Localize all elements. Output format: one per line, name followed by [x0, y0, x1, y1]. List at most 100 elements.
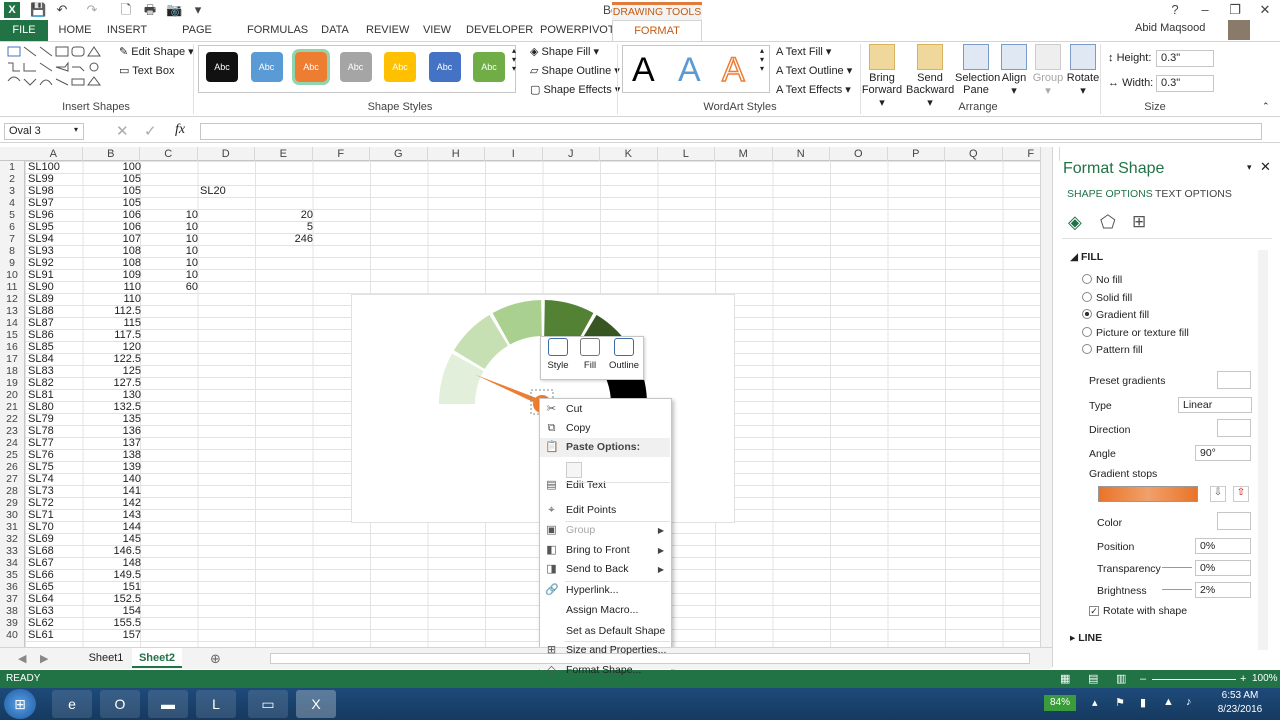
- cell-b[interactable]: 148: [85, 557, 141, 569]
- tab-page-layout[interactable]: PAGE LAYOUT: [163, 20, 231, 57]
- context-menu-item-edit-text[interactable]: ▤ Edit Text: [540, 476, 670, 495]
- cell-b[interactable]: 122.5: [85, 353, 141, 365]
- context-menu-item-send-to-back[interactable]: ◨ Send to Back ▶: [540, 560, 670, 579]
- text-fill-button[interactable]: A Text Fill ▾: [776, 45, 831, 58]
- file-explorer-icon[interactable]: ▭: [248, 690, 288, 718]
- cell-b[interactable]: 106: [85, 209, 141, 221]
- effects-pentagon-icon[interactable]: ⬠: [1100, 212, 1116, 233]
- cell-b[interactable]: 117.5: [85, 329, 141, 341]
- row-header[interactable]: 5: [0, 209, 24, 221]
- cell-a[interactable]: SL93: [28, 245, 54, 257]
- transparency-slider[interactable]: [1162, 567, 1192, 568]
- column-header[interactable]: A: [25, 147, 83, 161]
- row-header[interactable]: 40: [0, 629, 24, 641]
- gradient-stops-bar[interactable]: [1098, 486, 1198, 502]
- vertical-scrollbar[interactable]: [1040, 147, 1052, 647]
- tab-format[interactable]: FORMAT: [612, 20, 702, 41]
- cell-a[interactable]: SL66: [28, 569, 54, 581]
- cell-c[interactable]: 60: [142, 281, 198, 293]
- cell-a[interactable]: SL97: [28, 197, 54, 209]
- new-sheet-icon[interactable]: ⊕: [210, 651, 221, 667]
- cell-a[interactable]: SL69: [28, 533, 54, 545]
- row-header[interactable]: 11: [0, 281, 24, 293]
- context-menu-item-format-shape[interactable]: ◇ Format Shape...: [540, 661, 670, 680]
- row-header[interactable]: 17: [0, 353, 24, 365]
- sticky-notes-icon[interactable]: ▬: [148, 690, 188, 718]
- gallery-scroll-icon[interactable]: ▴ ▾ ▾: [512, 46, 520, 73]
- width-input[interactable]: 0.3": [1156, 75, 1214, 92]
- cell-a[interactable]: SL83: [28, 365, 54, 377]
- context-menu-item-size-and-properties[interactable]: ⊞ Size and Properties...: [540, 641, 670, 660]
- context-menu-item-cut[interactable]: ✂ Cut: [540, 400, 670, 419]
- cell-c[interactable]: 10: [142, 257, 198, 269]
- tab-review[interactable]: REVIEW: [366, 20, 409, 41]
- collapse-ribbon-icon[interactable]: ⌃: [1262, 101, 1270, 112]
- cell-e[interactable]: 20: [257, 209, 313, 221]
- cell-b[interactable]: 110: [85, 281, 141, 293]
- row-header[interactable]: 7: [0, 233, 24, 245]
- page-break-view-icon[interactable]: ▥: [1116, 670, 1126, 688]
- cell-b[interactable]: 100: [85, 161, 141, 173]
- cell-b[interactable]: 149.5: [85, 569, 141, 581]
- column-header[interactable]: C: [140, 147, 198, 161]
- row-header[interactable]: 1: [0, 161, 24, 173]
- position-input[interactable]: 0%: [1195, 538, 1251, 554]
- bring-forward-button[interactable]: Bring Forward ▾: [860, 44, 904, 109]
- help-icon[interactable]: ?: [1160, 0, 1190, 20]
- zoom-in-icon[interactable]: +: [1240, 670, 1246, 688]
- row-header[interactable]: 10: [0, 269, 24, 281]
- send-backward-button[interactable]: Send Backward ▾: [906, 44, 954, 109]
- clock-date[interactable]: 8/23/2016: [1212, 704, 1268, 715]
- row-header[interactable]: 4: [0, 197, 24, 209]
- cell-c[interactable]: 10: [142, 221, 198, 233]
- excel-taskbar-icon[interactable]: X: [296, 690, 336, 718]
- cell-b[interactable]: 145: [85, 533, 141, 545]
- direction-dropdown[interactable]: [1217, 419, 1251, 437]
- cell-a[interactable]: SL61: [28, 629, 54, 641]
- cell-b[interactable]: 105: [85, 197, 141, 209]
- insert-function-icon[interactable]: fx: [175, 122, 185, 138]
- row-header[interactable]: 39: [0, 617, 24, 629]
- row-header[interactable]: 15: [0, 329, 24, 341]
- column-header[interactable]: L: [658, 147, 715, 161]
- cell-c[interactable]: 10: [142, 233, 198, 245]
- row-header[interactable]: 13: [0, 305, 24, 317]
- cell-b[interactable]: 125: [85, 365, 141, 377]
- row-header[interactable]: 8: [0, 245, 24, 257]
- cell-a[interactable]: SL80: [28, 401, 54, 413]
- tab-shape-options[interactable]: SHAPE OPTIONS: [1067, 188, 1153, 200]
- formula-input[interactable]: [200, 123, 1262, 140]
- cell-b[interactable]: 141: [85, 485, 141, 497]
- column-header[interactable]: B: [83, 147, 140, 161]
- cell-b[interactable]: 143: [85, 509, 141, 521]
- cell-a[interactable]: SL98: [28, 185, 54, 197]
- transparency-input[interactable]: 0%: [1195, 560, 1251, 576]
- context-menu-item-copy[interactable]: ⧉ Copy: [540, 419, 670, 438]
- column-header[interactable]: O: [830, 147, 888, 161]
- tab-text-options[interactable]: TEXT OPTIONS: [1155, 188, 1232, 200]
- name-box-dropdown-icon[interactable]: ▾: [74, 125, 78, 134]
- cell-a[interactable]: SL77: [28, 437, 54, 449]
- row-header[interactable]: 2: [0, 173, 24, 185]
- column-header[interactable]: G: [370, 147, 428, 161]
- minimize-button[interactable]: –: [1190, 0, 1220, 20]
- cell-b[interactable]: 107: [85, 233, 141, 245]
- outlook-icon[interactable]: O: [100, 690, 140, 718]
- tab-insert[interactable]: INSERT: [106, 20, 148, 41]
- cell-b[interactable]: 137: [85, 437, 141, 449]
- sheet-tab-sheet1[interactable]: Sheet1: [82, 648, 130, 668]
- shape-style-swatch[interactable]: Abc: [384, 52, 416, 82]
- row-header[interactable]: 36: [0, 581, 24, 593]
- shape-outline-button[interactable]: ▱ Shape Outline ▾: [530, 64, 620, 77]
- tray-arrow-icon[interactable]: ▴: [1092, 696, 1098, 709]
- cell-a[interactable]: SL64: [28, 593, 54, 605]
- rotate-button[interactable]: Rotate ▾: [1066, 44, 1100, 97]
- shape-style-swatch[interactable]: Abc: [473, 52, 505, 82]
- tab-view[interactable]: VIEW: [422, 20, 452, 41]
- column-header[interactable]: D: [198, 147, 255, 161]
- row-header[interactable]: 33: [0, 545, 24, 557]
- close-button[interactable]: ✕: [1250, 0, 1280, 20]
- cell-b[interactable]: 127.5: [85, 377, 141, 389]
- cell-a[interactable]: SL79: [28, 413, 54, 425]
- fill-option-pattern-fill[interactable]: Pattern fill: [1082, 344, 1143, 356]
